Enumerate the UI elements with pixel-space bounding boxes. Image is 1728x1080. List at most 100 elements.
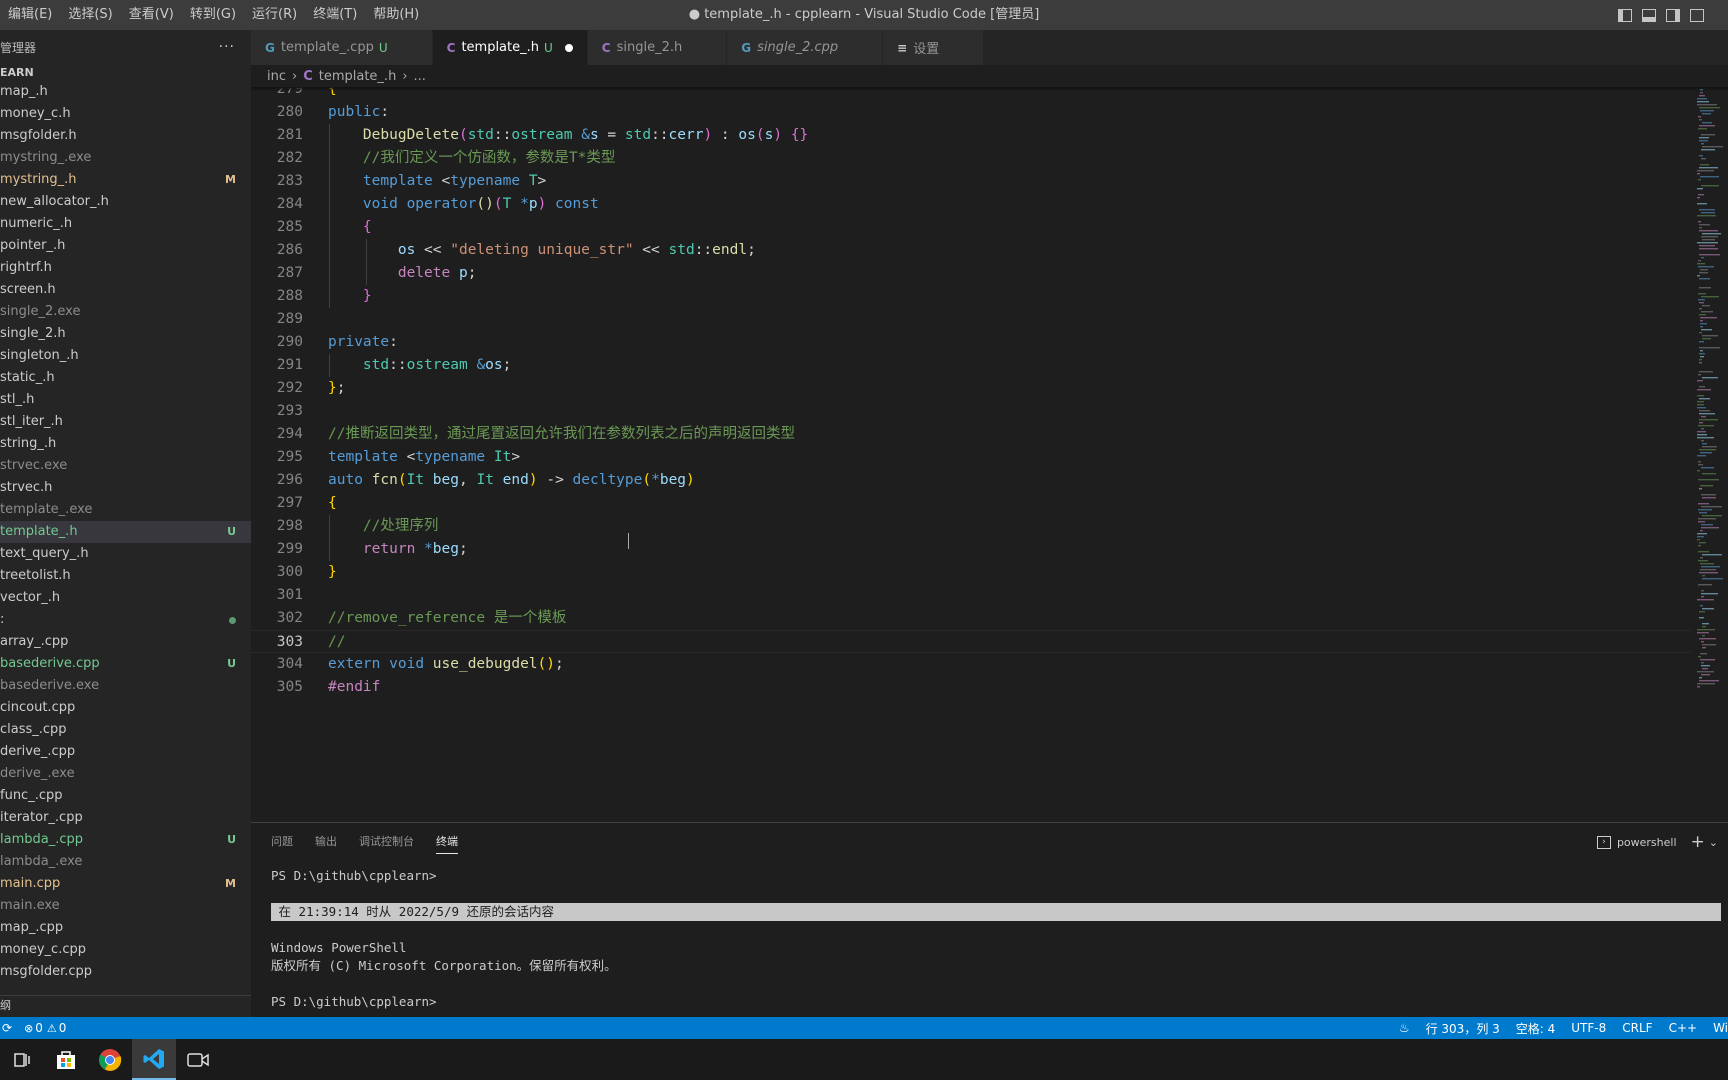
file-tree-item[interactable]: stl_.h: [0, 389, 251, 411]
indentation[interactable]: 空格: 4: [1508, 1020, 1564, 1037]
minimap[interactable]: [1697, 87, 1725, 697]
explorer-more-actions-icon[interactable]: ···: [219, 39, 235, 55]
file-tree-item[interactable]: array_.cpp: [0, 631, 251, 653]
file-tree-item[interactable]: iterator_.cpp: [0, 807, 251, 829]
end-of-line[interactable]: CRLF: [1614, 1021, 1660, 1035]
git-status-badge: U: [227, 525, 236, 538]
breadcrumb-file[interactable]: template_.h: [319, 69, 397, 84]
file-tree-item[interactable]: new_allocator_.h: [0, 191, 251, 213]
code-token: std: [362, 357, 390, 373]
file-tree-item[interactable]: class_.cpp: [0, 719, 251, 741]
task-view-icon[interactable]: [0, 1039, 44, 1080]
file-tree-item[interactable]: single_2.exe: [0, 301, 251, 323]
editor-tab[interactable]: Ctemplate_.h U: [432, 30, 588, 65]
chrome-icon[interactable]: [88, 1039, 132, 1080]
toggle-secondary-sidebar-icon[interactable]: [1666, 8, 1680, 22]
minimap-line: [1700, 563, 1714, 565]
file-tree-item[interactable]: strvec.exe: [0, 455, 251, 477]
cursor-position[interactable]: 行 303，列 3: [1418, 1020, 1508, 1037]
file-tree-item[interactable]: stl_iter_.h: [0, 411, 251, 433]
file-tree-item[interactable]: singleton_.h: [0, 345, 251, 367]
file-tree-item[interactable]: vector_.h: [0, 587, 251, 609]
customize-layout-icon[interactable]: [1690, 8, 1704, 22]
file-tree-item[interactable]: mystring_.exe: [0, 147, 251, 169]
flame-icon[interactable]: ♨: [1391, 1021, 1418, 1035]
file-tree-item[interactable]: template_.exe: [0, 499, 251, 521]
breadcrumb-folder[interactable]: inc: [267, 69, 286, 84]
problems-status[interactable]: ⊗ 0 ⚠ 0: [18, 1021, 72, 1035]
new-terminal-plus-icon[interactable]: +: [1691, 832, 1705, 852]
file-tree-item[interactable]: money_c.cpp: [0, 939, 251, 961]
terminal-shell-name[interactable]: powershell: [1617, 836, 1677, 849]
menu-item[interactable]: 转到(G): [182, 0, 244, 30]
unsaved-dot-icon[interactable]: [564, 43, 573, 52]
file-tree-item[interactable]: single_2.h: [0, 323, 251, 345]
file-tree-item[interactable]: screen.h: [0, 279, 251, 301]
file-tree-item[interactable]: func_.cpp: [0, 785, 251, 807]
file-tree-item[interactable]: main.exe: [0, 895, 251, 917]
menu-item[interactable]: 编辑(E): [0, 0, 60, 30]
file-tree-item[interactable]: lambda_.cpp U: [0, 829, 251, 851]
editor-tab[interactable]: ≡ 设置: [883, 30, 985, 65]
file-tree-item[interactable]: cincout.cpp: [0, 697, 251, 719]
outline-section-header[interactable]: 纲: [0, 995, 251, 1017]
tab-label: template_.cpp: [280, 40, 374, 55]
file-tree-item[interactable]: string_.h: [0, 433, 251, 455]
file-tree-item[interactable]: basederive.exe: [0, 675, 251, 697]
terminal-output[interactable]: PS D:\github\cpplearn> 在 21:39:14 时从 202…: [271, 867, 1721, 1011]
status-extra[interactable]: Wi: [1705, 1021, 1728, 1035]
file-tree-item[interactable]: msgfolder.cpp: [0, 961, 251, 983]
file-tree-item[interactable]: derive_.exe: [0, 763, 251, 785]
menu-item[interactable]: 终端(T): [305, 0, 365, 30]
file-tree-item[interactable]: main.cpp M: [0, 873, 251, 895]
file-tree-item[interactable]: pointer_.h: [0, 235, 251, 257]
editor-tab[interactable]: Csingle_2.h: [587, 30, 728, 65]
panel-tab[interactable]: 调试控制台: [359, 823, 414, 861]
vscode-icon[interactable]: [132, 1039, 176, 1080]
code-token: It: [406, 472, 425, 488]
file-tree-item[interactable]: :: [0, 609, 251, 631]
menu-item[interactable]: 选择(S): [60, 0, 120, 30]
file-tree-item[interactable]: msgfolder.h: [0, 125, 251, 147]
camera-icon[interactable]: [176, 1039, 220, 1080]
store-icon[interactable]: [44, 1039, 88, 1080]
code-text: //处理序列: [328, 515, 438, 538]
bottom-panel: 问题 输出 调试控制台 终端 › powershell + ⌄ PS D:\githu…: [251, 822, 1728, 1017]
file-tree-item[interactable]: static_.h: [0, 367, 251, 389]
file-tree-item[interactable]: derive_.cpp: [0, 741, 251, 763]
file-tree-item[interactable]: map_.cpp: [0, 917, 251, 939]
encoding[interactable]: UTF-8: [1563, 1021, 1614, 1035]
menu-item[interactable]: 查看(V): [121, 0, 182, 30]
editor-tab[interactable]: Gsingle_2.cpp: [727, 30, 884, 65]
menu-item[interactable]: 运行(R): [244, 0, 305, 30]
toggle-primary-sidebar-icon[interactable]: [1618, 8, 1632, 22]
file-tree-item[interactable]: money_c.h: [0, 103, 251, 125]
editor-tab[interactable]: Gtemplate_.cpp U: [251, 30, 433, 65]
file-tree-item[interactable]: basederive.cpp U: [0, 653, 251, 675]
chevron-down-icon[interactable]: ⌄: [1709, 836, 1718, 849]
remote-sync-icon[interactable]: ⟳: [0, 1021, 18, 1035]
file-tree-item[interactable]: numeric_.h: [0, 213, 251, 235]
file-tree-item[interactable]: map_.h: [0, 81, 251, 103]
code-token: ;: [747, 242, 756, 258]
code-editor[interactable]: 279{280 public: 281 DebugDelete(std::ostre…: [251, 87, 1728, 821]
panel-tab[interactable]: 问题: [271, 823, 293, 861]
line-number: 282: [276, 150, 303, 166]
file-tree-item[interactable]: template_.h U: [0, 521, 251, 543]
file-tree-item[interactable]: strvec.h: [0, 477, 251, 499]
file-tree-item[interactable]: rightrf.h: [0, 257, 251, 279]
code-token: {: [362, 219, 372, 235]
file-tree-item[interactable]: lambda_.exe: [0, 851, 251, 873]
minimap-line: [1698, 503, 1709, 505]
breadcrumb-symbol[interactable]: ...: [414, 69, 426, 84]
language-mode[interactable]: C++: [1661, 1021, 1706, 1035]
file-tree-item[interactable]: treetolist.h: [0, 565, 251, 587]
toggle-panel-icon[interactable]: [1642, 8, 1656, 22]
file-name: single_2.h: [0, 326, 66, 341]
panel-tab[interactable]: 终端: [436, 823, 458, 861]
file-tree-item[interactable]: text_query_.h: [0, 543, 251, 565]
file-tree-item[interactable]: mystring_.h M: [0, 169, 251, 191]
panel-tab[interactable]: 输出: [315, 823, 337, 861]
menu-item[interactable]: 帮助(H): [365, 0, 427, 30]
